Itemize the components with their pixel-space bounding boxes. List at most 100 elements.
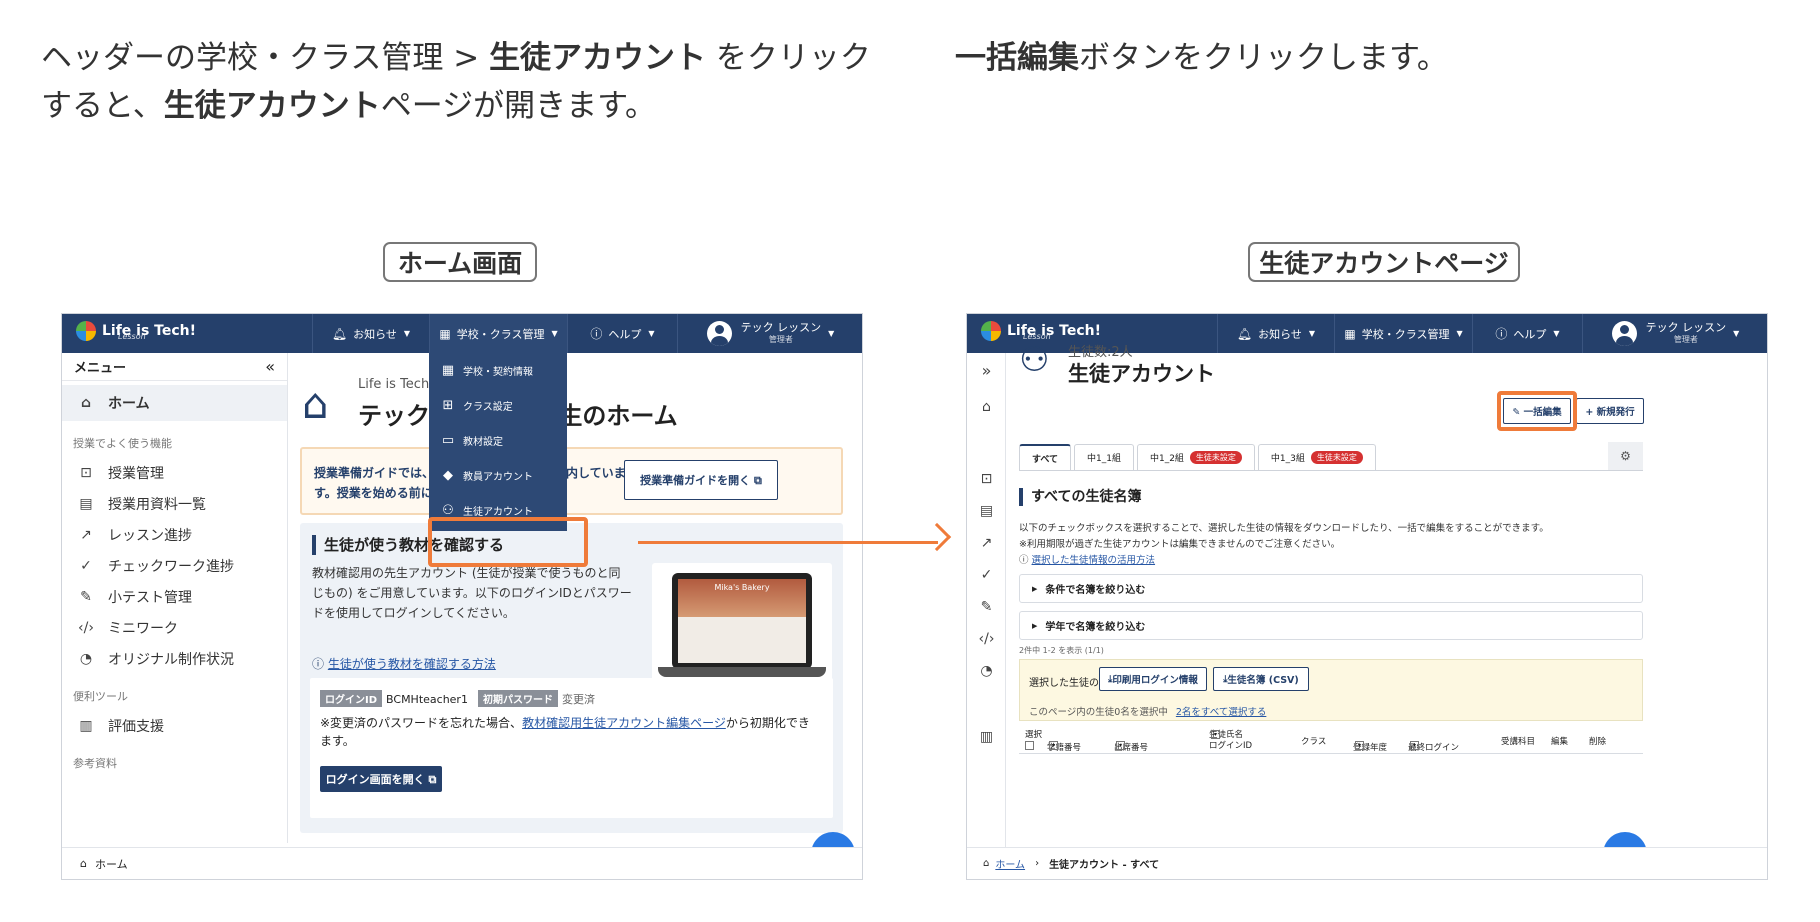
class-tabs: すべて 中1_1組 中1_2組 生徒未設定 中1_3組 生徒未設定 [1019, 444, 1379, 470]
dropdown-item-material-settings[interactable]: ▭ 教材設定 [429, 423, 567, 458]
nav-notifications[interactable]: 🔔︎ お知らせ ▼ [1217, 314, 1334, 353]
sidebar-label: 授業用資料一覧 [108, 496, 206, 513]
logo-sub: Lesson [118, 332, 146, 341]
selection-bar: 選択した生徒の ⤓ 印刷用ログイン情報 ⤓ 生徒名簿 (CSV) このページ内の… [1019, 659, 1643, 721]
sidebar-label: ホーム [108, 396, 150, 412]
nav-help[interactable]: ⓘ ヘルプ ▼ [567, 314, 677, 353]
dropdown-label: 生徒アカウント [463, 507, 533, 518]
check-circle-icon[interactable]: ✓ [967, 567, 1006, 583]
tab-1-3[interactable]: 中1_3組 生徒未設定 [1257, 444, 1376, 470]
trend-icon[interactable]: ↗ [967, 535, 1006, 551]
caret-down-icon: ▼ [551, 329, 558, 338]
dropdown-label: 学校・契約情報 [463, 367, 533, 378]
dropdown-label: 教員アカウント [463, 472, 533, 483]
select-all-checkbox[interactable] [1025, 741, 1034, 750]
sidebar-item-materials[interactable]: ▤ 授業用資料一覧 [62, 488, 287, 519]
col-delete: 削除 [1589, 736, 1607, 747]
document-icon[interactable]: ▤ [967, 503, 1006, 519]
caret-right-icon: ▶ [1032, 621, 1038, 630]
home-icon: ⌂ [80, 395, 92, 411]
terminal-icon[interactable]: ⊡ [967, 471, 1006, 487]
chart-icon[interactable]: ▥ [967, 729, 1006, 745]
materials-card: 生徒が使う教材を確認する 教材確認用の先生アカウント (生徒が授業で使うものと同… [300, 523, 843, 833]
sidebar-item-evaluation[interactable]: ▥ 評価支援 [62, 710, 287, 741]
dropdown-item-school-info[interactable]: ▦ 学校・契約情報 [429, 353, 567, 388]
instr-text: ヘッダーの学校・クラス管理 > [41, 40, 490, 76]
sort-icon: ▾ [1049, 740, 1058, 750]
collapse-icon[interactable]: « [265, 357, 275, 376]
label-student-page: 生徒アカウントページ [1248, 242, 1520, 282]
tab-1-1[interactable]: 中1_1組 [1074, 444, 1134, 470]
sidebar-item-lesson-progress[interactable]: ↗ レッスン進捗 [62, 519, 287, 550]
gear-icon[interactable]: ⚙ [1608, 442, 1643, 470]
table-header: 選択 学籍番号 ▾ 出席番号 ▾ 生徒氏名 ▾ ログインID クラス 登録年度 ▾ 最終ロ… [1019, 728, 1643, 754]
open-login-button[interactable]: ログイン画面を開く ⧉ [320, 766, 442, 792]
open-guide-button[interactable]: 授業準備ガイドを開く ⧉ [624, 460, 778, 500]
button-label: 印刷用ログイン情報 [1112, 675, 1198, 686]
select-all-link[interactable]: 2名をすべて選択する [1176, 707, 1267, 718]
help-icon: ⓘ [1019, 555, 1032, 566]
chevron-right-icon: › [1035, 858, 1040, 869]
user-menu[interactable]: テック レッスン 管理者 ▼ [677, 314, 862, 353]
help-icon: ⓘ [312, 657, 328, 671]
logo-icon [76, 321, 96, 341]
breadcrumb-home[interactable]: ホーム [995, 856, 1025, 871]
book-icon: ▭ [441, 433, 455, 448]
home-icon: ⌂ [80, 857, 87, 870]
note-link[interactable]: 教材確認用生徒アカウント編集ページ [522, 716, 726, 730]
card-body: 教材確認用の先生アカウント (生徒が授業で使うものと同じもの) をご用意していま… [312, 566, 632, 620]
filter-conditions[interactable]: ▶ 条件で名簿を絞り込む [1019, 574, 1643, 603]
user-menu[interactable]: テック レッスン 管理者 ▼ [1582, 314, 1767, 353]
sidebar-item-checkwork[interactable]: ✓ チェックワーク進捗 [62, 550, 287, 581]
breadcrumb: ⌂ ホーム › 生徒アカウント - すべて [967, 847, 1767, 879]
breadcrumb-current: 生徒アカウント - すべて [1049, 860, 1160, 871]
expand-icon[interactable]: » [967, 361, 1006, 380]
palette-icon[interactable]: ◔ [967, 663, 1006, 679]
sidebar-item-quiz[interactable]: ✎ 小テスト管理 [62, 581, 287, 612]
sidebar-item-original[interactable]: ◔ オリジナル制作状況 [62, 643, 287, 674]
download-print-button[interactable]: ⤓ 印刷用ログイン情報 [1099, 667, 1207, 691]
filter-label: 学年で名簿を絞り込む [1045, 622, 1146, 633]
new-issue-button[interactable]: + 新規発行 [1576, 398, 1644, 424]
sidebar-item-class-mgmt[interactable]: ⊡ 授業管理 [62, 457, 287, 488]
desc-link-row[interactable]: ⓘ 選択した生徒情報の活用方法 [1019, 553, 1639, 569]
pencil-icon[interactable]: ✎ [967, 599, 1006, 615]
card-link-row[interactable]: ⓘ 生徒が使う教材を確認する方法 [312, 655, 496, 672]
sidebar-item-home[interactable]: ⌂ ホーム [62, 385, 287, 421]
check-circle-icon: ✓ [80, 557, 92, 574]
home-icon[interactable]: ⌂ [967, 399, 1006, 415]
card-link[interactable]: 生徒が使う教材を確認する方法 [328, 657, 496, 671]
download-csv-button[interactable]: ⤓ 生徒名簿 (CSV) [1213, 667, 1309, 691]
nav-notifications[interactable]: 🔔︎ お知らせ ▼ [312, 314, 429, 353]
dropdown-label: クラス設定 [463, 402, 513, 413]
user-name-block: テック レッスン 管理者 [1645, 320, 1727, 346]
credentials-box: ログインID BCMHteacher1 初期パスワード 変更済 ※変更済のパスワードを… [310, 678, 833, 818]
code-icon[interactable]: ‹/› [967, 631, 1006, 647]
breadcrumb-home[interactable]: ホーム [95, 856, 128, 872]
dropdown-item-class-settings[interactable]: ⊞ クラス設定 [429, 388, 567, 423]
user-name: テック レッスン [1645, 320, 1727, 334]
nav-help[interactable]: ⓘ ヘルプ ▼ [1472, 314, 1582, 353]
logo-icon [981, 321, 1001, 341]
tab-all[interactable]: すべて [1019, 444, 1072, 470]
dropdown-item-teacher-accounts[interactable]: ◆ 教員アカウント [429, 458, 567, 493]
nav-school-class[interactable]: ▦ 学校・クラス管理 ▼ [1334, 314, 1472, 353]
code-icon: ‹/› [78, 619, 94, 636]
nav-school-class[interactable]: ▦ 学校・クラス管理 ▼ [429, 314, 567, 353]
section-description: 以下のチェックボックスを選択することで、選択した生徒の情報をダウンロードしたり、… [1019, 521, 1639, 569]
help-icon: ⓘ [1495, 327, 1508, 341]
user-name-block: テック レッスン 管理者 [741, 321, 822, 346]
tab-1-2[interactable]: 中1_2組 生徒未設定 [1136, 444, 1255, 470]
desc-link[interactable]: 選択した生徒情報の活用方法 [1032, 555, 1156, 566]
instr-text: ページが開きます。 [380, 88, 657, 124]
col-label: 選択 [1025, 730, 1043, 740]
sidebar-item-miniwork[interactable]: ‹/› ミニワーク [62, 612, 287, 643]
caret-right-icon: ▶ [1032, 584, 1038, 593]
login-id-value: BCMHteacher1 [386, 693, 468, 706]
home-screenshot: Life is Tech! Lesson 🔔︎ お知らせ ▼ ▦ 学校・クラス管理 ▼ … [61, 313, 863, 880]
sidebar-label: ミニワーク [108, 620, 178, 637]
screen-content: Mika's Bakery [678, 579, 806, 663]
student-screenshot: Life is Tech! Lesson 🔔︎ お知らせ ▼ ▦ 学校・クラス管理 ▼ … [966, 313, 1768, 880]
password-status: 変更済 [561, 693, 595, 706]
filter-grade[interactable]: ▶ 学年で名簿を絞り込む [1019, 611, 1643, 640]
